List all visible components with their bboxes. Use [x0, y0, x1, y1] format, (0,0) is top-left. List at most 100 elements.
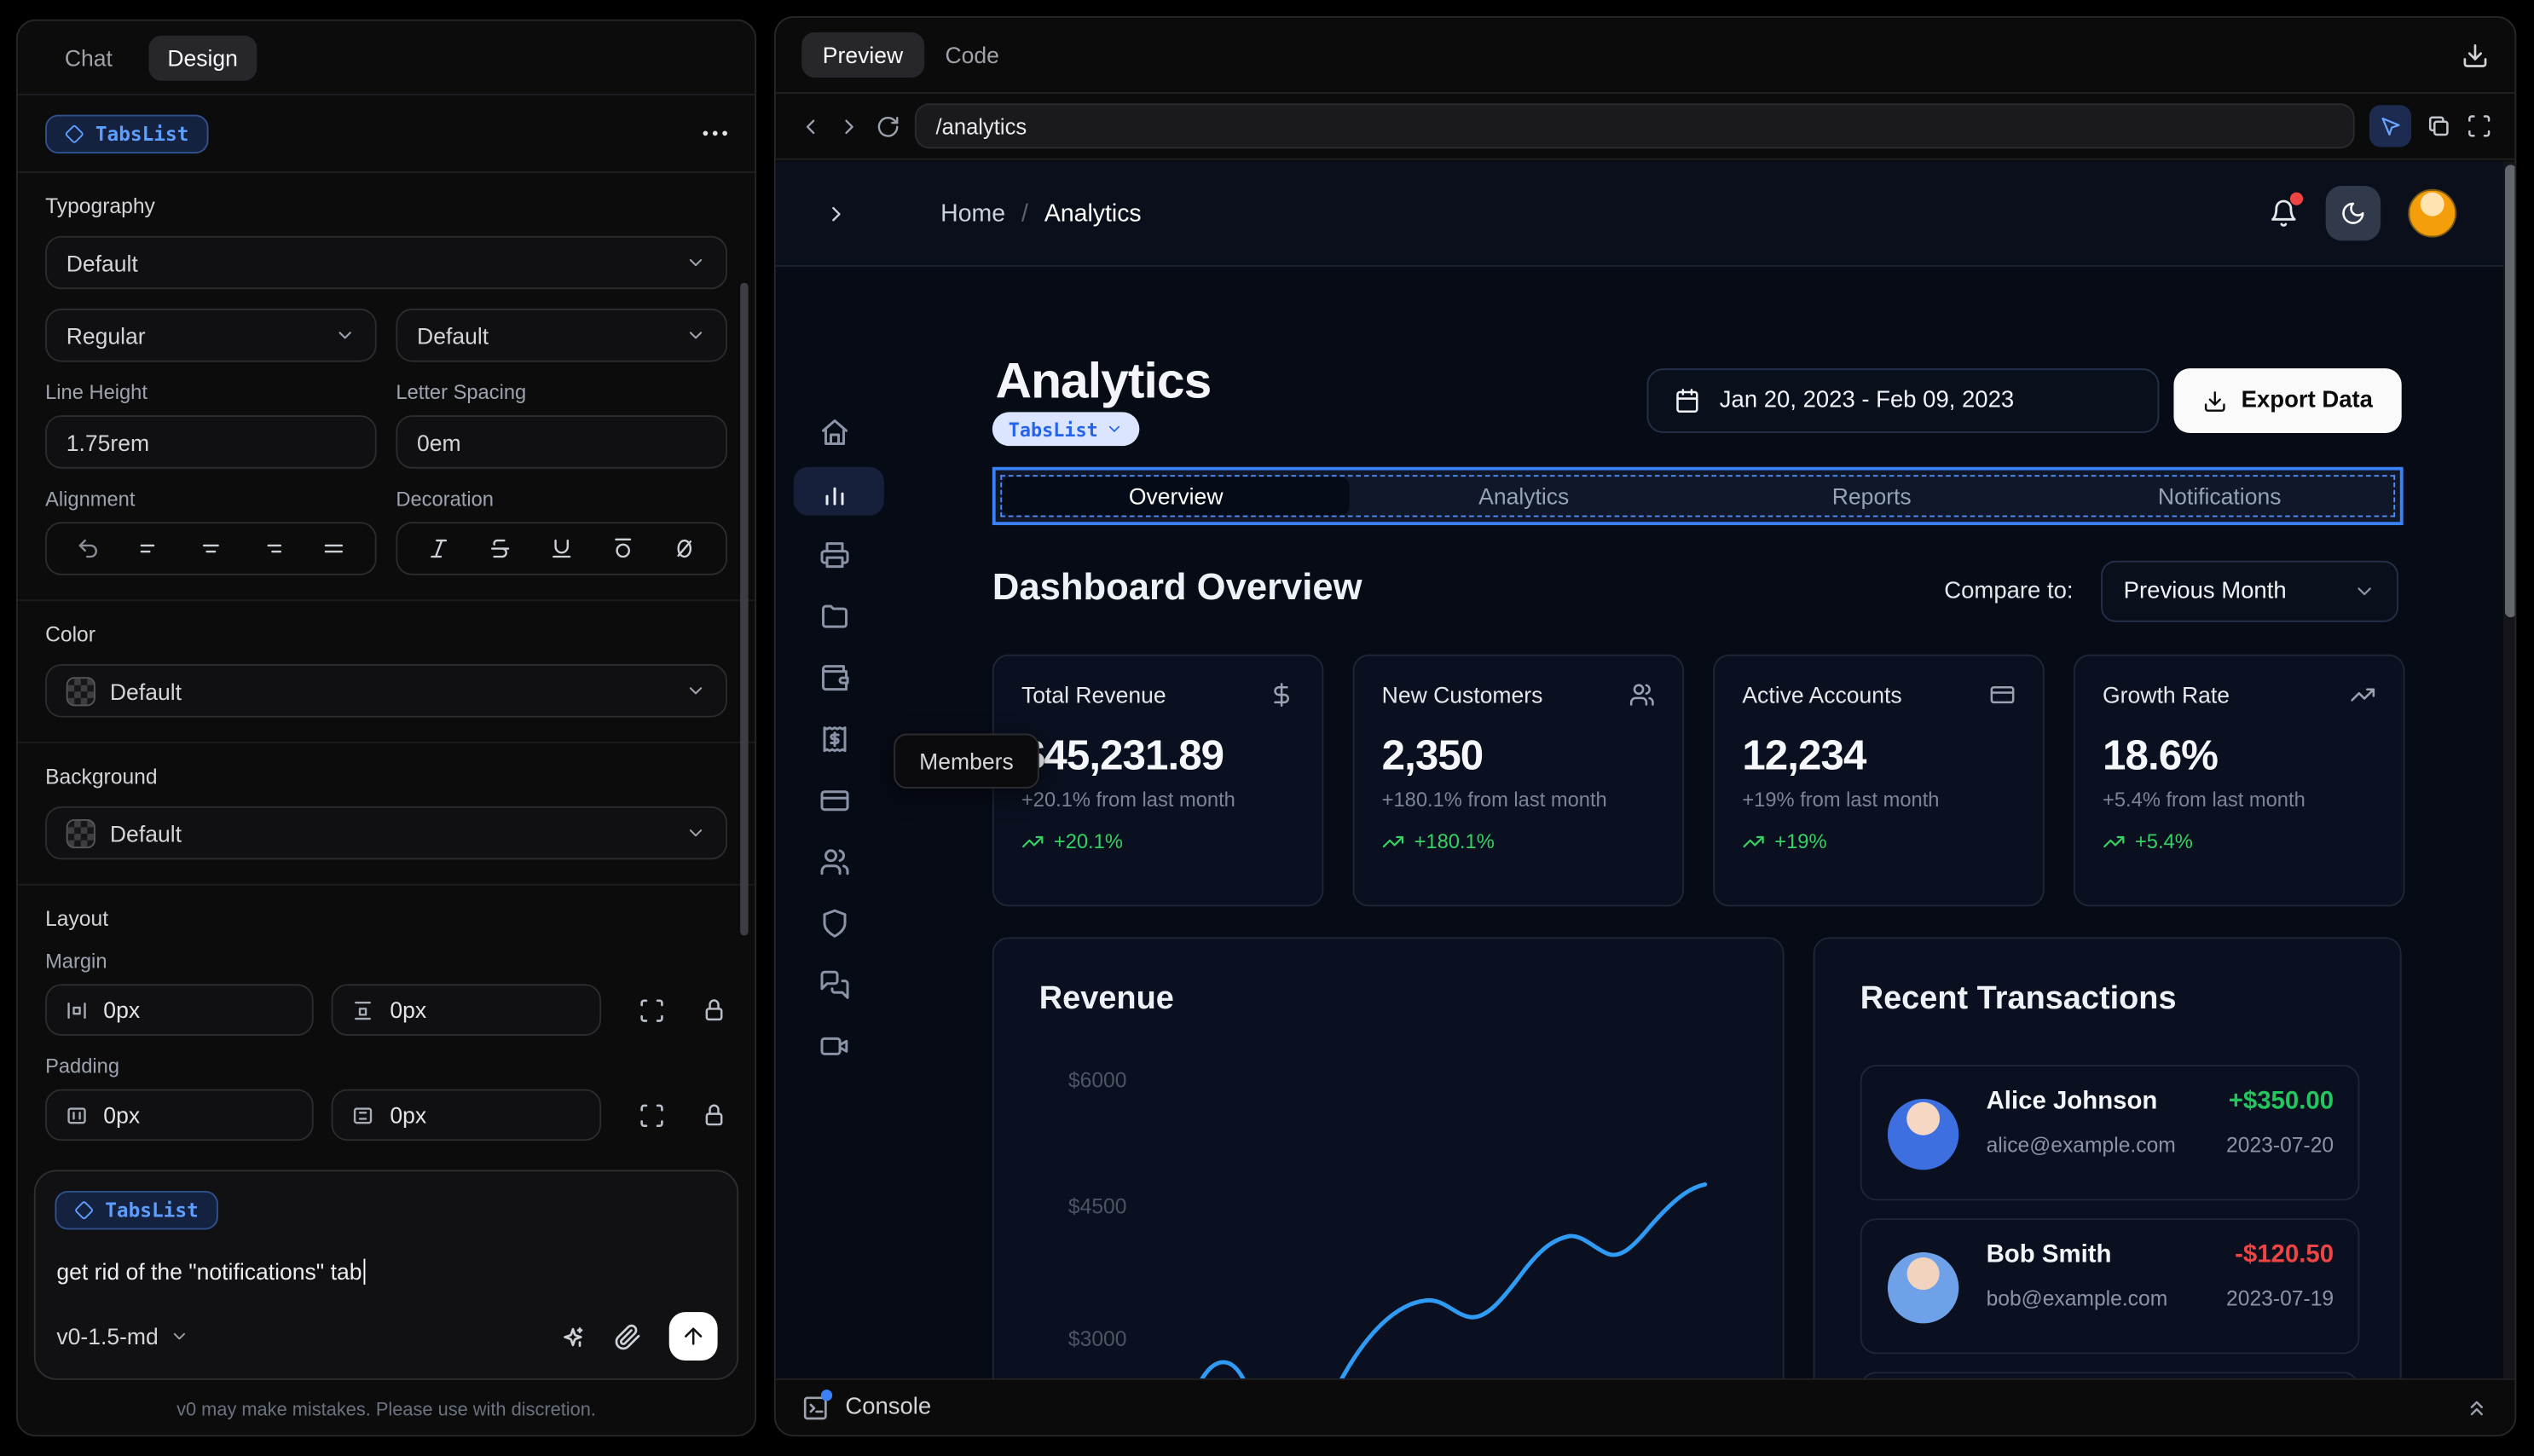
margin-x-input[interactable]: 0px — [45, 984, 315, 1037]
preview-scrollbar-track[interactable] — [2503, 161, 2515, 1382]
credit-card-icon[interactable] — [819, 785, 850, 816]
tab-reports[interactable]: Reports — [1698, 477, 2045, 515]
lock-icon[interactable] — [702, 997, 727, 1023]
padding-y-input[interactable]: 0px — [332, 1089, 601, 1141]
send-button[interactable] — [668, 1312, 718, 1361]
font-family-select[interactable]: Default — [45, 235, 727, 290]
moon-icon — [2342, 202, 2364, 224]
tab-preview[interactable]: Preview — [801, 32, 924, 78]
compare-select[interactable]: Previous Month — [2101, 560, 2398, 622]
undo-icon[interactable] — [75, 536, 99, 560]
trending-up-icon — [1382, 835, 1404, 848]
transaction-name: Alice Johnson — [1986, 1087, 2158, 1115]
breadcrumb-separator: / — [1021, 199, 1028, 228]
tab-design[interactable]: Design — [148, 34, 257, 80]
stat-card-new-customers: New Customers 2,350 +180.1% from last mo… — [1352, 654, 1685, 907]
selection-tag[interactable]: TabsList — [992, 412, 1141, 447]
video-icon[interactable] — [819, 1031, 850, 1061]
tabs-list-selected[interactable]: Overview Analytics Reports Notifications — [992, 466, 2404, 526]
transaction-amount: -$120.50 — [2235, 1240, 2334, 1268]
console-bar[interactable]: Console — [775, 1378, 2515, 1436]
transaction-row[interactable]: Bob Smith bob@example.com -$120.50 2023-… — [1860, 1218, 2360, 1355]
user-avatar[interactable] — [2408, 188, 2457, 238]
no-decoration-icon[interactable] — [673, 536, 697, 560]
letter-spacing-input[interactable]: 0em — [396, 415, 727, 469]
align-justify-icon[interactable] — [322, 536, 346, 560]
shield-icon[interactable] — [819, 908, 850, 939]
chat-composer[interactable]: TabsList get rid of the "notifications" … — [33, 1170, 739, 1380]
export-data-button[interactable]: Export Data — [2173, 368, 2402, 433]
refresh-icon[interactable] — [876, 114, 900, 138]
address-bar[interactable]: /analytics — [914, 103, 2355, 149]
padding-x-input[interactable]: 0px — [45, 1089, 315, 1141]
align-center-icon[interactable] — [199, 536, 223, 560]
copy-pages-icon[interactable] — [2426, 113, 2451, 139]
tab-overview[interactable]: Overview — [1002, 477, 1351, 516]
align-right-icon[interactable] — [260, 536, 284, 560]
margin-y-input[interactable]: 0px — [332, 984, 601, 1037]
component-chip[interactable]: TabsList — [45, 113, 209, 153]
overline-icon[interactable] — [611, 536, 635, 560]
composer-component-chip[interactable]: TabsList — [55, 1190, 218, 1230]
messages-icon[interactable] — [819, 969, 850, 1000]
forward-icon[interactable] — [837, 114, 861, 138]
dollar-icon — [1274, 683, 1289, 707]
sparkles-icon[interactable] — [559, 1322, 587, 1349]
stat-card-active-accounts: Active Accounts 12,234 +19% from last mo… — [1713, 654, 2045, 907]
strikethrough-icon[interactable] — [488, 536, 512, 560]
breadcrumb-home[interactable]: Home — [940, 199, 1005, 227]
address-text: /analytics — [935, 113, 1027, 139]
composer-message-text: get rid of the "notifications" tab — [56, 1258, 362, 1285]
section-heading: Dashboard Overview — [992, 565, 1362, 608]
color-select[interactable]: Default — [45, 664, 727, 718]
download-icon[interactable] — [2462, 41, 2489, 68]
padding-x-value: 0px — [103, 1101, 141, 1129]
expand-sides-icon[interactable] — [638, 997, 665, 1024]
members-tooltip: Members — [894, 733, 1039, 789]
typography-heading: Typography — [45, 194, 155, 218]
italic-icon[interactable] — [426, 536, 450, 560]
preview-scrollbar-thumb[interactable] — [2505, 165, 2515, 618]
model-selector[interactable]: v0-1.5-md — [56, 1323, 188, 1349]
date-range-button[interactable]: Jan 20, 2023 - Feb 09, 2023 — [1646, 368, 2160, 433]
members-icon[interactable] — [819, 846, 850, 877]
design-panel-scrollbar[interactable] — [740, 282, 749, 936]
lock-icon[interactable] — [702, 1102, 727, 1128]
background-select[interactable]: Default — [45, 806, 727, 860]
theme-toggle-button[interactable] — [2325, 185, 2381, 241]
folder-icon[interactable] — [819, 601, 850, 632]
tab-analytics[interactable]: Analytics — [1350, 477, 1698, 515]
underline-icon[interactable] — [549, 536, 573, 560]
home-icon[interactable] — [819, 417, 850, 448]
line-height-input[interactable]: 1.75rem — [45, 415, 377, 469]
fullscreen-icon[interactable] — [2467, 113, 2492, 139]
layout-section: Layout Margin 0px 0px Padding 0px 0px — [18, 886, 755, 1165]
back-icon[interactable] — [798, 114, 822, 138]
stat-card-total-revenue: Total Revenue $45,231.89 +20.1% from las… — [992, 654, 1324, 907]
notifications-bell-button[interactable] — [2269, 192, 2304, 228]
wallet-icon[interactable] — [819, 662, 850, 693]
decoration-group — [396, 522, 727, 575]
paperclip-icon[interactable] — [614, 1322, 641, 1349]
chevrons-up-icon[interactable] — [2465, 1395, 2489, 1419]
printer-icon[interactable] — [819, 540, 850, 570]
tab-notifications[interactable]: Notifications — [2045, 477, 2393, 515]
tab-code[interactable]: Code — [924, 32, 1021, 78]
tab-chat[interactable]: Chat — [45, 35, 132, 80]
receipt-icon[interactable] — [819, 724, 850, 754]
font-weight-value: Regular — [66, 322, 146, 349]
sidebar-expand-icon[interactable] — [824, 201, 848, 225]
analytics-icon[interactable] — [819, 478, 850, 509]
expand-sides-icon[interactable] — [638, 1101, 665, 1129]
font-size-select[interactable]: Default — [396, 309, 727, 362]
breadcrumb-current[interactable]: Analytics — [1044, 199, 1142, 227]
composer-message-input[interactable]: get rid of the "notifications" tab — [56, 1258, 367, 1285]
members-tooltip-label: Members — [919, 748, 1014, 774]
line-height-value: 1.75rem — [66, 429, 150, 455]
design-select-mode-button[interactable] — [2369, 105, 2412, 147]
align-left-icon[interactable] — [137, 536, 161, 560]
margin-y-icon — [355, 1001, 372, 1020]
more-options-icon[interactable] — [703, 130, 727, 136]
font-weight-select[interactable]: Regular — [45, 309, 377, 362]
transaction-row[interactable]: Alice Johnson alice@example.com +$350.00… — [1860, 1065, 2360, 1201]
